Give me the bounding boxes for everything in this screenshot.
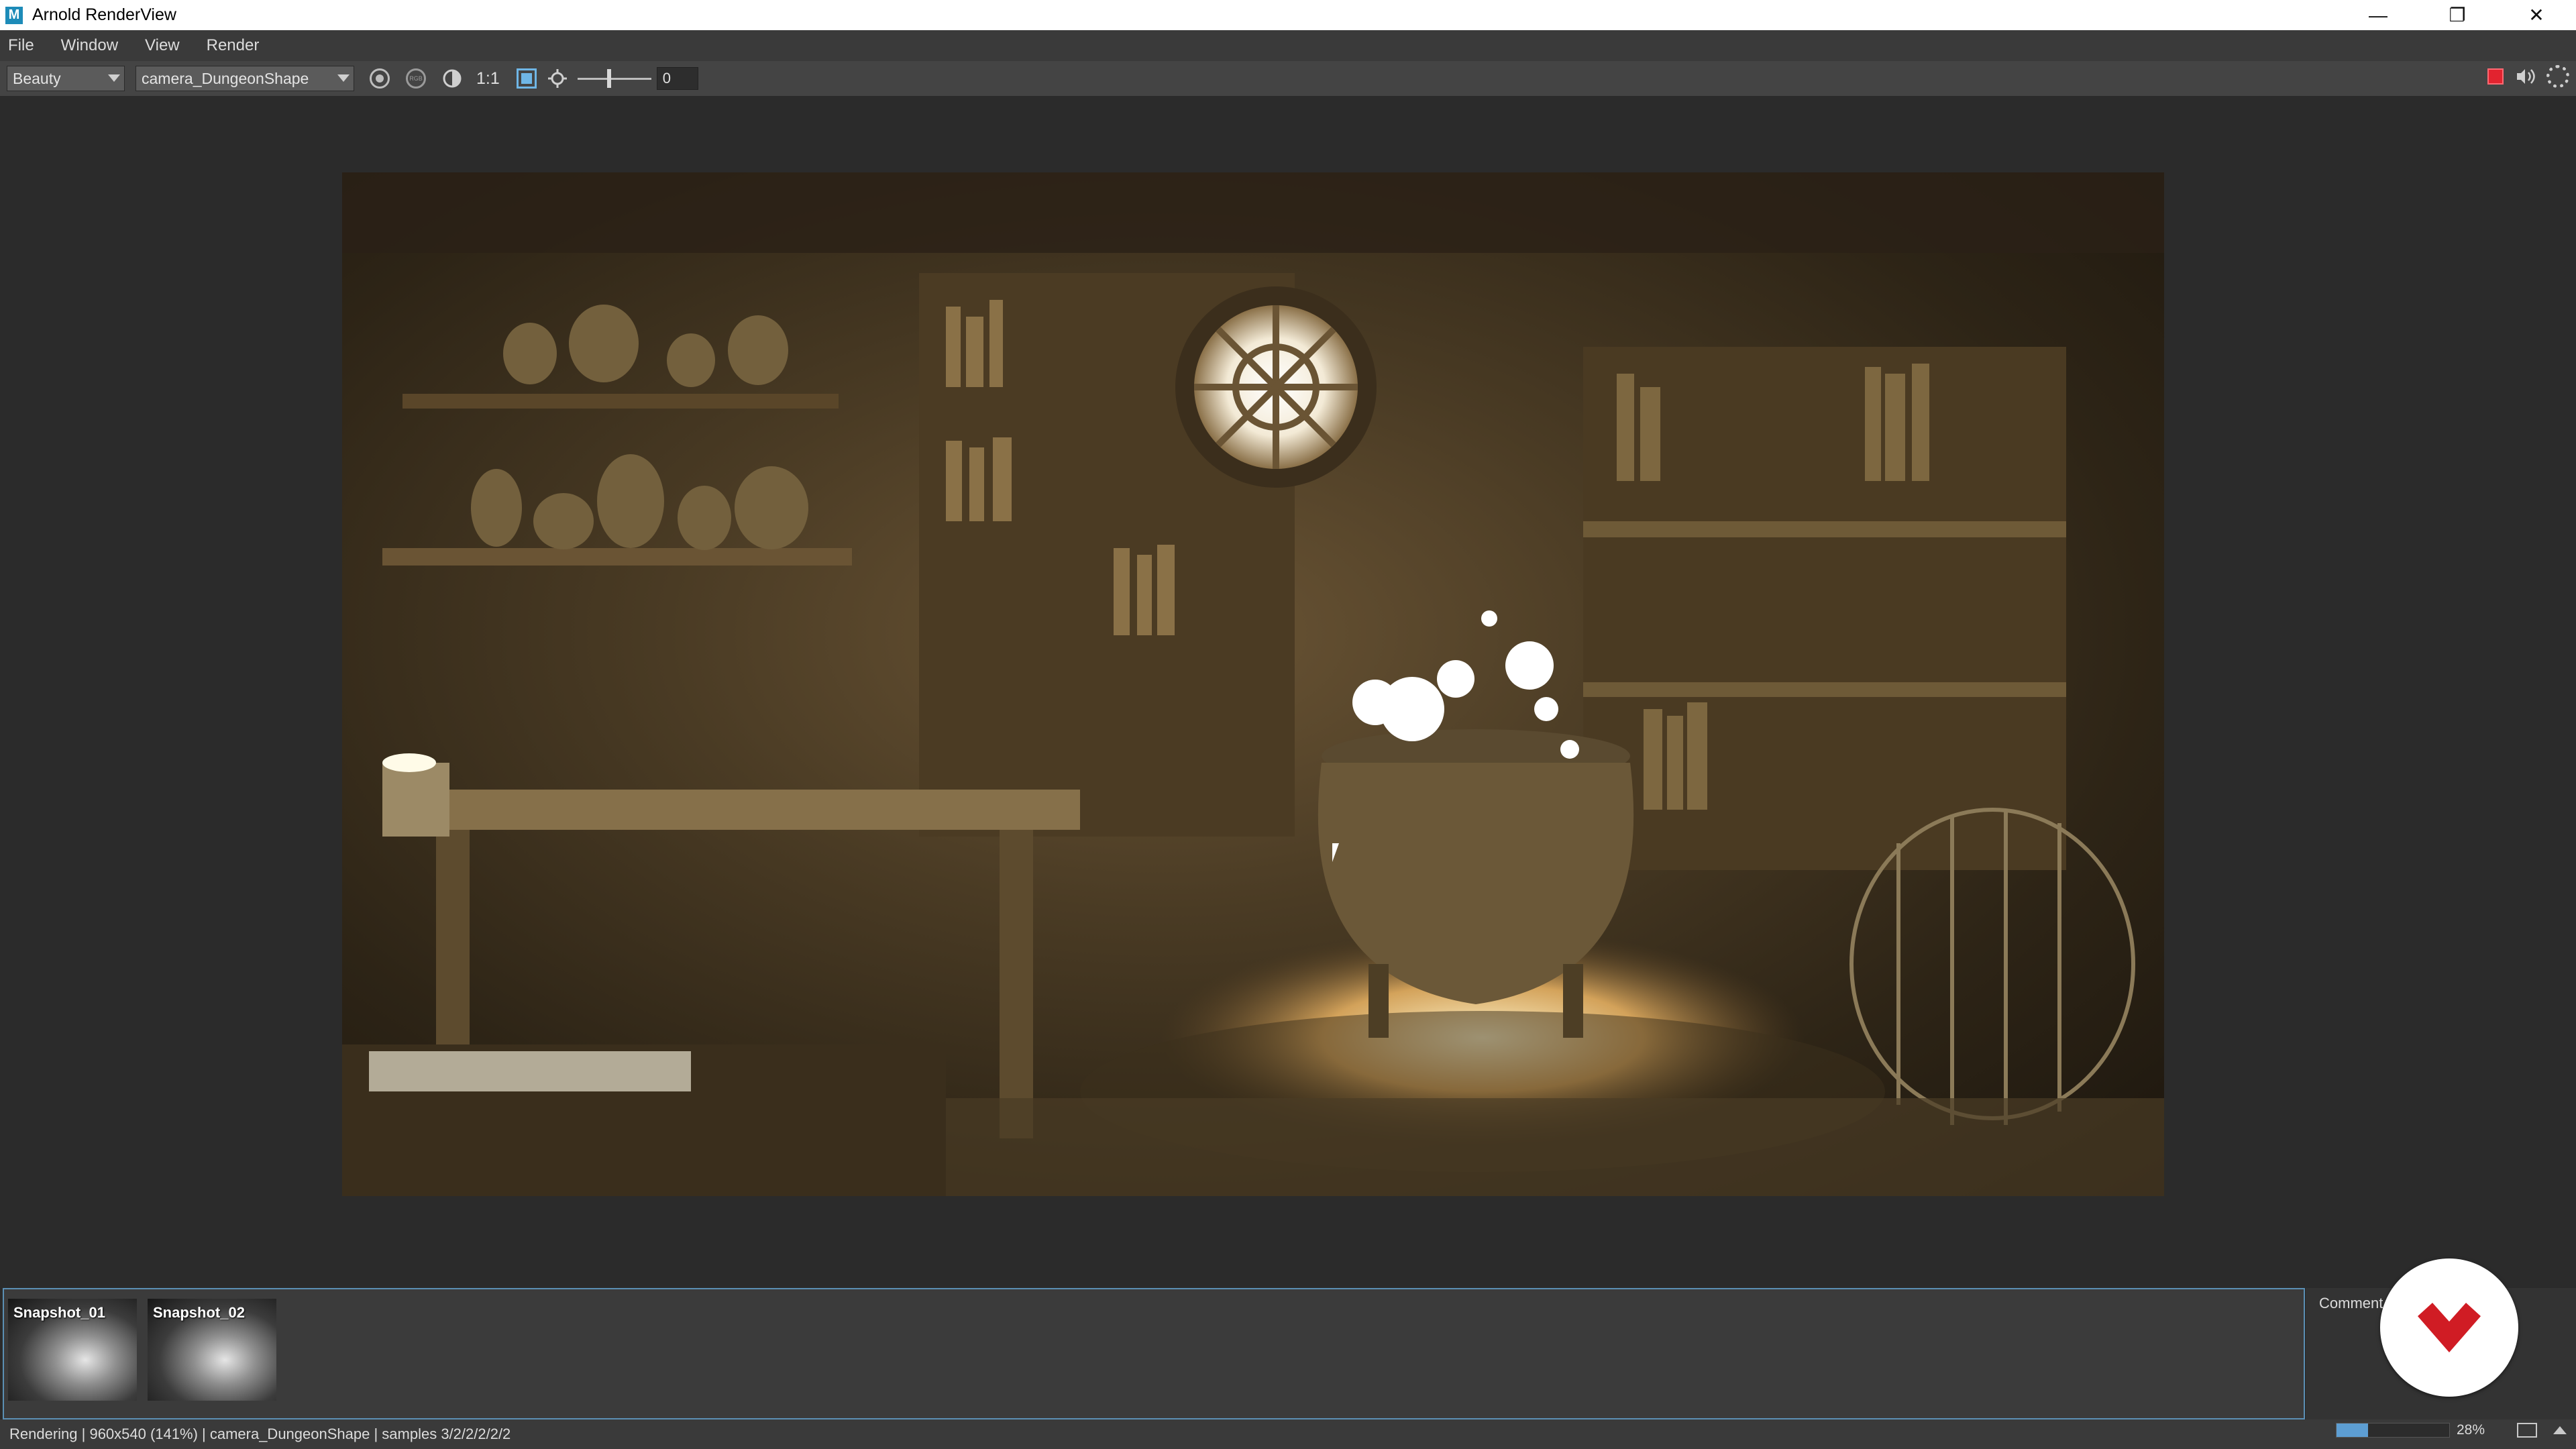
camera-dropdown[interactable]: camera_DungeonShape — [136, 66, 354, 91]
exposure-button[interactable] — [544, 65, 571, 92]
minimize-icon[interactable]: — — [2339, 0, 2418, 30]
menu-file[interactable]: File — [8, 36, 34, 55]
render-progress-fill — [2337, 1424, 2369, 1437]
contrast-icon — [443, 69, 462, 88]
chevron-down-icon — [337, 74, 350, 82]
snapshot-thumbnail[interactable]: Snapshot_02 — [148, 1299, 276, 1401]
render-viewport[interactable] — [0, 96, 2576, 1288]
logo-mark-icon — [2418, 1303, 2481, 1352]
comments-label: Comment — [2319, 1295, 2383, 1311]
render-image[interactable] — [342, 172, 2164, 1196]
menu-window[interactable]: Window — [61, 36, 118, 55]
snapshot-label: Snapshot_02 — [153, 1304, 245, 1321]
window-title: Arnold RenderView — [32, 5, 176, 24]
restore-icon[interactable]: ❐ — [2418, 0, 2497, 30]
exposure-slider[interactable] — [577, 65, 651, 92]
ratio-button[interactable]: 1:1 — [476, 69, 500, 89]
maya-app-icon: M — [5, 6, 23, 24]
menu-render[interactable]: Render — [207, 36, 260, 55]
gear-icon[interactable] — [2546, 65, 2569, 88]
render-progress-bar — [2336, 1423, 2450, 1438]
rgb-channel-button[interactable]: RGB — [402, 65, 429, 92]
display-mode-icon — [370, 68, 390, 89]
exposure-value-field[interactable]: 0 — [656, 67, 698, 90]
lut-button[interactable] — [439, 65, 466, 92]
snapshot-icon[interactable] — [2517, 1423, 2537, 1438]
exposure-icon — [547, 69, 567, 88]
snapshot-label: Snapshot_01 — [13, 1304, 105, 1321]
crop-region-button[interactable] — [513, 65, 540, 92]
render-controls — [2487, 65, 2569, 88]
title-bar: M Arnold RenderView — ❐ ✕ — [0, 0, 2576, 30]
chevron-up-icon[interactable] — [2553, 1426, 2567, 1434]
slider-track — [577, 78, 651, 80]
crop-region-icon — [516, 68, 537, 89]
mouse-cursor-icon — [1332, 843, 1346, 862]
rgb-icon: RGB — [406, 68, 426, 89]
menu-view[interactable]: View — [145, 36, 180, 55]
camera-dropdown-value: camera_DungeonShape — [142, 69, 309, 87]
status-right-group: 28% — [2336, 1422, 2567, 1438]
window-controls: — ❐ ✕ — [2339, 0, 2576, 30]
slider-handle[interactable] — [606, 69, 611, 88]
ipr-icon[interactable] — [2514, 65, 2537, 88]
channel-logo-icon — [2380, 1258, 2518, 1397]
render-progress-label: 28% — [2457, 1422, 2485, 1438]
snapshot-thumbnail[interactable]: Snapshot_01 — [8, 1299, 137, 1401]
toolbar: Beauty camera_DungeonShape RGB 1:1 0 — [0, 61, 2576, 96]
stop-render-button[interactable] — [2487, 68, 2504, 85]
aov-dropdown[interactable]: Beauty — [7, 66, 125, 91]
display-mode-button[interactable] — [366, 65, 393, 92]
aov-dropdown-value: Beauty — [13, 69, 61, 87]
chevron-down-icon — [108, 74, 120, 82]
status-bar: Rendering | 960x540 (141%) | camera_Dung… — [0, 1419, 2576, 1449]
menu-bar: File Window View Render — [0, 30, 2576, 61]
snapshot-strip: Snapshot_01 Snapshot_02 — [3, 1288, 2305, 1419]
render-status-text: Rendering | 960x540 (141%) | camera_Dung… — [9, 1426, 511, 1442]
dungeon-scene-illustration — [342, 172, 2164, 1196]
close-icon[interactable]: ✕ — [2497, 0, 2576, 30]
